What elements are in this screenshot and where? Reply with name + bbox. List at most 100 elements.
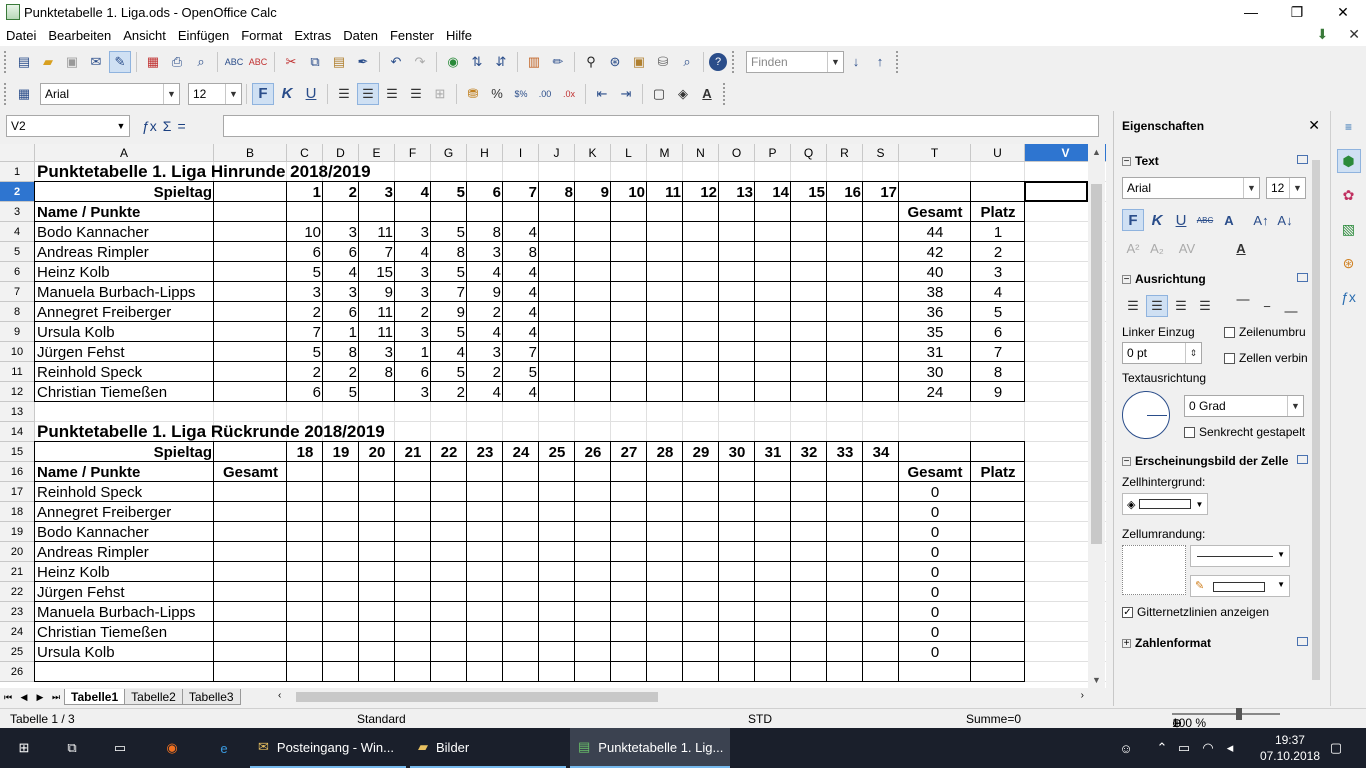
spieltag-label[interactable]: Spieltag [35,182,214,202]
points-cell[interactable] [359,382,395,402]
row-header-7[interactable]: 7 [0,282,35,302]
wifi-icon[interactable]: ◠ [1198,728,1218,768]
spieltag-number[interactable]: 6 [467,182,503,202]
spieltag-number[interactable]: 26 [575,442,611,462]
superscript-icon[interactable]: A² [1122,237,1144,259]
horizontal-scrollbar[interactable]: ‹ › [278,690,1084,704]
points-cell[interactable]: 7 [359,242,395,262]
spieltag-number[interactable]: 33 [827,442,863,462]
print-preview-icon[interactable]: ⌕ [190,51,212,73]
spieltag-number[interactable]: 27 [611,442,647,462]
sheet-tab-tabelle1[interactable]: Tabelle1 [64,689,126,705]
properties-deck-icon[interactable]: ⬢ [1336,149,1361,173]
sheet-tab-tabelle2[interactable]: Tabelle2 [124,689,183,705]
gesamt-cell[interactable]: 0 [899,482,971,502]
points-cell[interactable]: 4 [503,322,539,342]
gesamt-cell[interactable]: 0 [899,642,971,662]
points-cell[interactable]: 6 [395,362,431,382]
points-cell[interactable]: 4 [503,262,539,282]
merge-cells-icon[interactable]: ⊞ [429,83,451,105]
platz-cell[interactable]: 6 [971,322,1025,342]
borders-icon[interactable]: ▢ [648,83,670,105]
column-header-k[interactable]: K [575,144,611,162]
gesamt-cell[interactable]: 38 [899,282,971,302]
close-icon[interactable]: ✕ [1308,117,1320,134]
row-header-25[interactable]: 25 [0,642,35,662]
spieltag-number[interactable]: 2 [323,182,359,202]
points-cell[interactable]: 6 [323,242,359,262]
points-cell[interactable]: 8 [323,342,359,362]
column-header-l[interactable]: L [611,144,647,162]
points-cell[interactable]: 11 [359,302,395,322]
spieltag-number[interactable]: 19 [323,442,359,462]
points-cell[interactable]: 10 [287,222,323,242]
cell-background-picker[interactable]: ◈ ▼ [1122,493,1208,515]
menu-ansicht[interactable]: Ansicht [117,28,172,43]
points-cell[interactable]: 9 [467,282,503,302]
column-header-e[interactable]: E [359,144,395,162]
merge-cells-checkbox[interactable]: Zellen verbin [1224,351,1308,365]
font-color-icon[interactable]: A [1230,237,1252,259]
bold-icon[interactable]: F [252,82,274,105]
orientation-dial[interactable] [1122,391,1170,439]
row-header-2[interactable]: 2 [0,182,35,202]
row-header-26[interactable]: 26 [0,662,35,682]
find-replace-icon[interactable]: ⚲ [580,51,602,73]
column-header-t[interactable]: T [899,144,971,162]
column-header-r[interactable]: R [827,144,863,162]
points-cell[interactable]: 3 [395,262,431,282]
currency-icon[interactable]: ⛃ [462,83,484,105]
column-header-c[interactable]: C [287,144,323,162]
gesamt-cell[interactable]: 40 [899,262,971,282]
first-sheet-icon[interactable]: ⏮ [0,689,16,705]
column-header-f[interactable]: F [395,144,431,162]
player-name[interactable]: Christian Tiemeßen [35,382,214,402]
undo-icon[interactable]: ↶ [385,51,407,73]
points-cell[interactable]: 3 [323,222,359,242]
platz-header[interactable]: Platz [971,462,1025,482]
column-header-i[interactable]: I [503,144,539,162]
taskbar-item-calc[interactable]: ▤ Punktetabelle 1. Lig... [570,728,730,768]
player-name[interactable]: Jürgen Fehst [35,582,214,602]
player-name[interactable]: Reinhold Speck [35,482,214,502]
prev-sheet-icon[interactable]: ◀ [16,689,32,705]
menu-format[interactable]: Format [235,28,288,43]
column-header-s[interactable]: S [863,144,899,162]
align-left-icon[interactable]: ☰ [1122,295,1144,317]
hyperlink-icon[interactable]: ◉ [442,51,464,73]
navigator-deck-icon[interactable]: ⊛ [1337,251,1361,275]
show-gridlines-checkbox[interactable]: ✓ Gitternetzlinien anzeigen [1114,605,1326,619]
selection-mode[interactable]: STD [748,712,772,726]
row-header-17[interactable]: 17 [0,482,35,502]
edit-mode-icon[interactable]: ✎ [109,50,131,73]
points-cell[interactable]: 9 [359,282,395,302]
row-header-14[interactable]: 14 [0,422,35,442]
redo-icon[interactable]: ↷ [409,51,431,73]
action-center-icon[interactable]: ▢ [1316,728,1356,768]
gesamt-header[interactable]: Gesamt [899,462,971,482]
row-header-6[interactable]: 6 [0,262,35,282]
column-header-m[interactable]: M [647,144,683,162]
add-decimal-icon[interactable]: .00 [534,83,556,105]
chevron-down-icon[interactable]: ▼ [827,51,843,72]
row-header-3[interactable]: 3 [0,202,35,222]
select-all-corner[interactable] [0,144,35,162]
points-cell[interactable]: 3 [395,322,431,342]
sidebar-scrollbar[interactable] [1309,150,1323,696]
close-button[interactable]: ✕ [1320,0,1366,24]
points-cell[interactable]: 3 [359,342,395,362]
spieltag-number[interactable]: 4 [395,182,431,202]
formula-input[interactable] [223,115,1099,137]
points-cell[interactable]: 5 [287,262,323,282]
row-header-21[interactable]: 21 [0,562,35,582]
toolbar-grip[interactable] [4,82,8,105]
column-header-b[interactable]: B [214,144,287,162]
start-icon[interactable]: ⊞ [0,728,48,768]
menu-einfuegen[interactable]: Einfügen [172,28,235,43]
new-document-icon[interactable]: ▤ [13,51,35,73]
volume-icon[interactable]: ◂ [1220,728,1240,768]
player-name[interactable]: Ursula Kolb [35,642,214,662]
line-style-select[interactable]: ▼ [1190,545,1290,567]
points-cell[interactable]: 4 [503,302,539,322]
vertical-scrollbar[interactable]: ▲ ▼ [1088,144,1105,688]
